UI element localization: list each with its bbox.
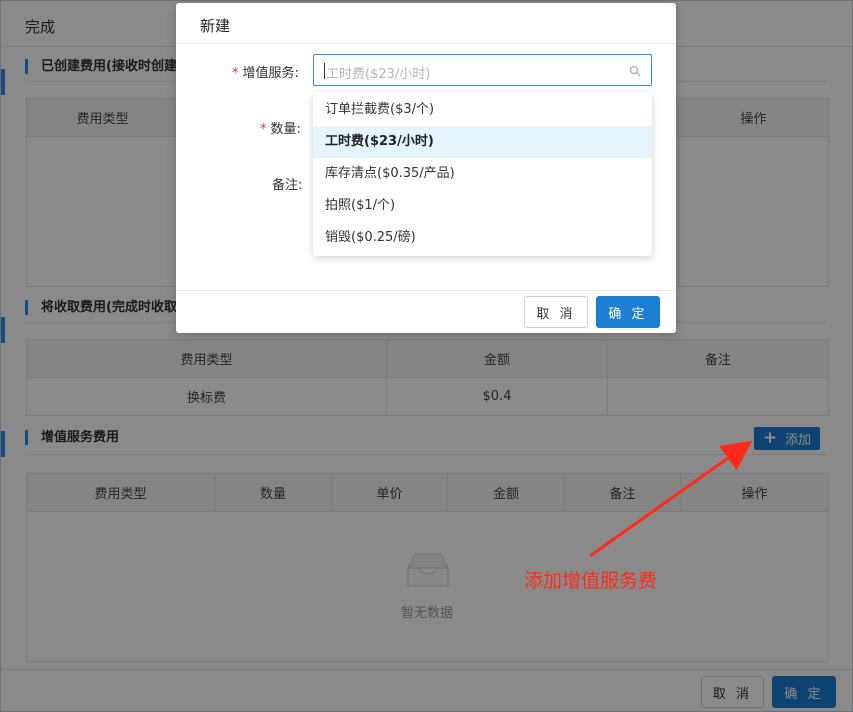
- modal-confirm-button[interactable]: 确 定: [596, 296, 660, 328]
- note-label: 备注:: [272, 178, 303, 193]
- service-select-placeholder: 工时费($23/小时): [326, 67, 431, 82]
- service-select[interactable]: 工时费($23/小时): [313, 54, 652, 86]
- service-dropdown: 订单拦截费($3/个) 工时费($23/小时) 库存清点($0.35/产品) 拍…: [313, 92, 652, 256]
- dropdown-option[interactable]: 销毁($0.25/磅): [313, 222, 652, 254]
- required-mark: *: [232, 66, 239, 81]
- text-cursor: [324, 63, 325, 79]
- modal-header-divider: [176, 43, 676, 44]
- modal-cancel-button[interactable]: 取 消: [524, 296, 588, 328]
- modal-footer-divider: [176, 290, 676, 291]
- dropdown-option-selected[interactable]: 工时费($23/小时): [313, 126, 652, 158]
- quantity-label-text: 数量:: [270, 122, 301, 137]
- service-label-text: 增值服务:: [242, 66, 299, 81]
- quantity-label: * 数量:: [260, 118, 301, 137]
- service-label: * 增值服务:: [232, 62, 299, 81]
- annotation-text: 添加增值服务费: [524, 570, 658, 592]
- required-mark: *: [260, 122, 267, 137]
- modal-title: 新建: [200, 17, 231, 35]
- dropdown-option[interactable]: 订单拦截费($3/个): [313, 94, 652, 126]
- dropdown-option[interactable]: 库存清点($0.35/产品): [313, 158, 652, 190]
- search-icon: [629, 65, 641, 77]
- dropdown-option[interactable]: 拍照($1/个): [313, 190, 652, 222]
